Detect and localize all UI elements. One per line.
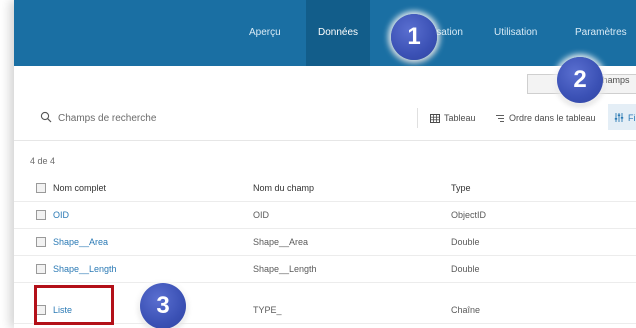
top-nav-bar: Aperçu Données isation Utilisation Param…	[14, 0, 636, 66]
row-checkbox[interactable]	[36, 237, 46, 247]
table-view-label: Tableau	[444, 113, 476, 123]
row-checkbox[interactable]	[36, 264, 46, 274]
filter-icon	[614, 113, 624, 122]
field-name: Shape__Length	[253, 264, 317, 274]
field-type: Double	[451, 237, 480, 247]
field-alias-link[interactable]: OID	[53, 202, 69, 228]
field-name: OID	[253, 210, 270, 220]
table-row: Shape__Area Shape__Area Double	[14, 229, 636, 256]
field-alias-link[interactable]: Shape__Length	[53, 256, 117, 282]
column-header-alias[interactable]: Nom complet	[53, 175, 106, 201]
field-name: TYPE_	[253, 305, 282, 315]
list-order-icon	[496, 115, 504, 122]
table-row: Shape__Length Shape__Length Double	[14, 256, 636, 283]
toolbar-divider	[417, 108, 418, 128]
column-header-type[interactable]: Type	[451, 175, 471, 201]
sub-toolbar	[14, 66, 636, 97]
column-header-field-name[interactable]: Nom du champ	[253, 175, 314, 201]
table-header-row: Nom complet Nom du champ Type	[14, 175, 636, 202]
row-checkbox[interactable]	[36, 210, 46, 220]
callout-badge-3: 3	[140, 283, 186, 328]
table-icon	[430, 114, 440, 123]
highlight-box	[34, 285, 114, 325]
callout-badge-2: 2	[557, 57, 603, 103]
select-all-checkbox[interactable]	[36, 183, 46, 193]
search-input[interactable]	[58, 108, 358, 128]
tab-usage[interactable]: Utilisation	[484, 0, 547, 66]
search-icon	[40, 111, 52, 123]
tab-overview[interactable]: Aperçu	[239, 0, 291, 66]
field-type: Chaîne	[451, 305, 481, 315]
table-order-label: Ordre dans le tableau	[509, 113, 596, 123]
table-view-button[interactable]: Tableau	[430, 112, 476, 124]
field-type: ObjectID	[451, 210, 487, 220]
tab-settings[interactable]: Paramètres	[565, 0, 636, 66]
tab-data[interactable]: Données	[306, 0, 370, 66]
table-order-button[interactable]: Ordre dans le tableau	[495, 112, 596, 124]
field-type: Double	[451, 264, 480, 274]
field-alias-link[interactable]: Shape__Area	[53, 229, 108, 255]
record-count: 4 de 4	[30, 156, 56, 166]
callout-badge-1: 1	[391, 14, 437, 60]
filter-label: Filtre	[628, 113, 636, 123]
field-name: Shape__Area	[253, 237, 309, 247]
app-window: Aperçu Données isation Utilisation Param…	[14, 0, 636, 328]
table-row: OID OID ObjectID	[14, 202, 636, 229]
